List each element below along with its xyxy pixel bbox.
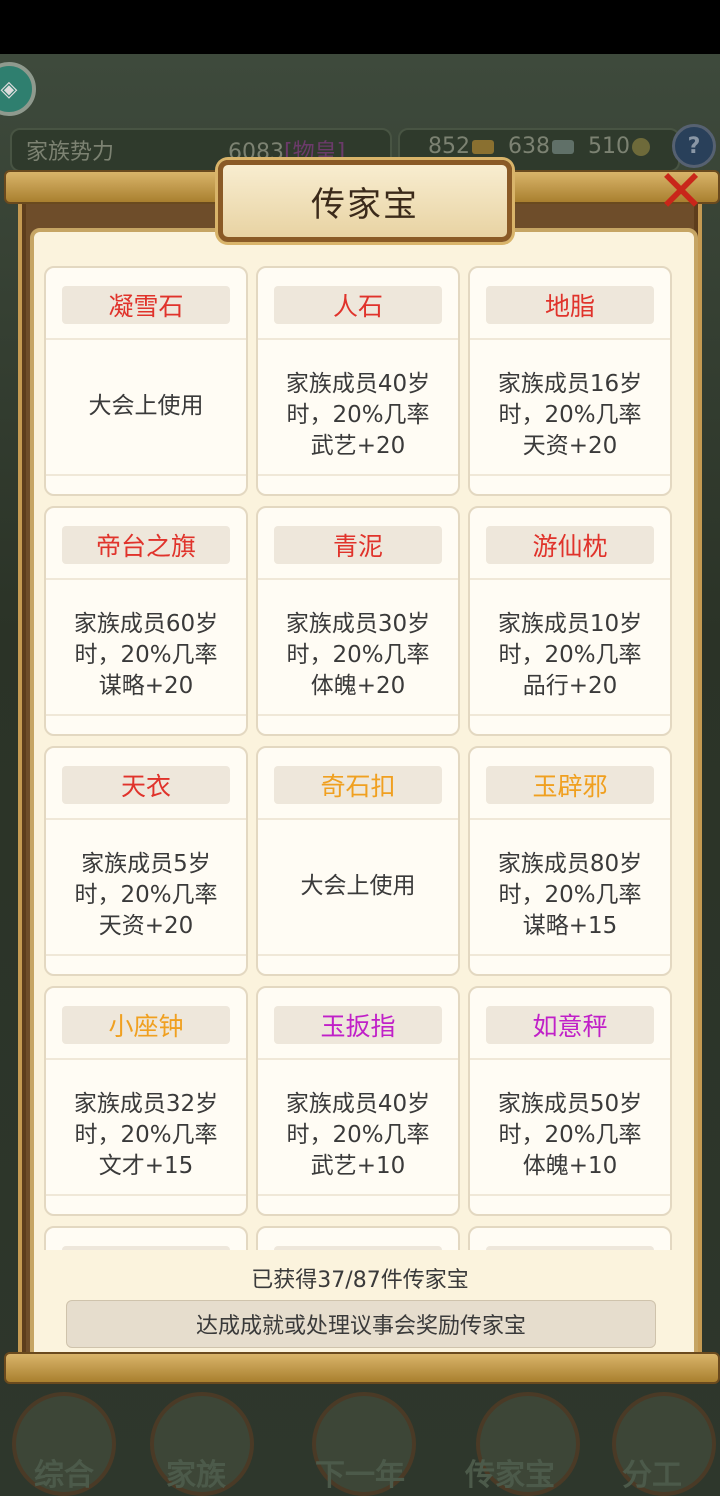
heirloom-effect: 家族成员5岁 时，20%几率 天资+20: [74, 850, 218, 939]
heirloom-name: [274, 1246, 442, 1250]
heirloom-card[interactable]: 地脂家族成员16岁 时，20%几率 天资+20: [468, 266, 672, 496]
card-divider: [258, 338, 458, 340]
coin-count: 510: [588, 134, 650, 159]
heirloom-name: 玉扳指: [274, 1006, 442, 1044]
heirloom-name: 如意秤: [486, 1006, 654, 1044]
heirloom-name: 玉辟邪: [486, 766, 654, 804]
heirloom-card[interactable]: 天衣家族成员5岁 时，20%几率 天资+20: [44, 746, 248, 976]
card-divider: [258, 1058, 458, 1060]
nav-division[interactable]: 分工: [592, 1450, 712, 1494]
nav-heirloom[interactable]: 传家宝: [450, 1450, 570, 1494]
card-bottom-line: [46, 714, 246, 716]
coin-icon: [632, 138, 650, 156]
heirloom-effect: 家族成员60岁 时，20%几率 谋略+20: [73, 610, 219, 699]
heirloom-card[interactable]: 奇石扣 大会上使用: [256, 746, 460, 976]
heirloom-effect: 家族成员16岁 时，20%几率 天资+20: [497, 370, 643, 459]
card-bottom-line: [470, 714, 670, 716]
card-divider: [470, 578, 670, 580]
heirloom-effect: 家族成员40岁 时，20%几率 武艺+10: [285, 1090, 431, 1179]
modal-title-plaque: 传家宝: [218, 160, 512, 242]
card-bottom-line: [470, 954, 670, 956]
silver-count: 638: [508, 134, 574, 159]
nav-overview[interactable]: 综合: [4, 1450, 124, 1494]
heirloom-card[interactable]: [44, 1226, 248, 1250]
heirloom-effect: 家族成员32岁 时，20%几率 文才+15: [73, 1090, 219, 1179]
heirloom-effect: 家族成员40岁 时，20%几率 武艺+20: [285, 370, 431, 459]
gold-ingot-count: 852: [428, 134, 494, 159]
nav-family[interactable]: 家族: [136, 1450, 256, 1494]
heirloom-card[interactable]: 如意秤家族成员50岁 时，20%几率 体魄+10: [468, 986, 672, 1216]
card-divider: [46, 818, 246, 820]
nav-next-year[interactable]: 下一年: [300, 1450, 420, 1494]
heirloom-card[interactable]: 帝台之旗家族成员60岁 时，20%几率 谋略+20: [44, 506, 248, 736]
heirloom-effect: 家族成员10岁 时，20%几率 品行+20: [497, 610, 643, 699]
card-bottom-line: [258, 474, 458, 476]
card-bottom-line: [258, 714, 458, 716]
close-button[interactable]: ✕: [650, 152, 712, 230]
heirloom-card[interactable]: 人石家族成员40岁 时，20%几率 武艺+20: [256, 266, 460, 496]
card-divider: [470, 1058, 670, 1060]
heirloom-grid-scroll[interactable]: 凝雪石 大会上使用 人石 家族成员40岁 时，20%几率 武艺+20 地脂 家族成员16岁…: [44, 266, 676, 1250]
heirloom-name: 凝雪石: [62, 286, 230, 324]
heirloom-name: [62, 1246, 230, 1250]
heirloom-card[interactable]: [256, 1226, 460, 1250]
card-bottom-line: [46, 1194, 246, 1196]
collection-count: 已获得37/87件传家宝: [251, 1268, 469, 1293]
modal-frame-bottom: [4, 1352, 720, 1384]
heirloom-card[interactable]: 玉扳指家族成员40岁 时，20%几率 武艺+10: [256, 986, 460, 1216]
card-bottom-line: [46, 954, 246, 956]
heirloom-card[interactable]: 玉辟邪家族成员80岁 时，20%几率 谋略+15: [468, 746, 672, 976]
heirloom-effect: 家族成员50岁 时，20%几率 体魄+10: [497, 1090, 643, 1179]
card-divider: [258, 578, 458, 580]
heirloom-effect: 家族成员80岁 时，20%几率 谋略+15: [497, 850, 643, 939]
card-bottom-line: [470, 474, 670, 476]
heirloom-name: 人石: [274, 286, 442, 324]
heirloom-name: 地脂: [486, 286, 654, 324]
hint-button[interactable]: 达成成就或处理议事会奖励传家宝: [66, 1300, 656, 1348]
heirloom-effect: 家族成员30岁 时，20%几率 体魄+20: [285, 610, 431, 699]
family-power-label: 家族势力: [26, 140, 115, 165]
close-icon: ✕: [656, 157, 706, 225]
card-divider: [470, 818, 670, 820]
heirloom-name: 奇石扣: [274, 766, 442, 804]
card-divider: [470, 338, 670, 340]
heirloom-name: 游仙枕: [486, 526, 654, 564]
heirloom-effect: 大会上使用: [88, 392, 204, 419]
heirloom-card[interactable]: 青泥家族成员30岁 时，20%几率 体魄+20: [256, 506, 460, 736]
card-bottom-line: [258, 954, 458, 956]
status-bar: [0, 0, 720, 54]
card-bottom-line: [46, 474, 246, 476]
card-bottom-line: [470, 1194, 670, 1196]
card-bottom-line: [258, 1194, 458, 1196]
heirloom-name: 天衣: [62, 766, 230, 804]
heirloom-effect: 大会上使用: [300, 872, 416, 899]
card-divider: [46, 1058, 246, 1060]
modal-title: 传家宝: [311, 184, 419, 225]
heirloom-name: 小座钟: [62, 1006, 230, 1044]
heirloom-grid: 凝雪石 大会上使用 人石 家族成员40岁 时，20%几率 武艺+20 地脂 家族成员16岁…: [44, 266, 676, 1250]
heirloom-card[interactable]: [468, 1226, 672, 1250]
heirloom-name: [486, 1246, 654, 1250]
heirloom-name: 帝台之旗: [62, 526, 230, 564]
heirloom-card[interactable]: 凝雪石 大会上使用: [44, 266, 248, 496]
heirloom-name: 青泥: [274, 526, 442, 564]
heirloom-card[interactable]: 小座钟家族成员32岁 时，20%几率 文才+15: [44, 986, 248, 1216]
silver-icon: [552, 140, 574, 154]
heirloom-card[interactable]: 游仙枕家族成员10岁 时，20%几率 品行+20: [468, 506, 672, 736]
card-divider: [46, 578, 246, 580]
gold-ingot-icon: [472, 140, 494, 154]
